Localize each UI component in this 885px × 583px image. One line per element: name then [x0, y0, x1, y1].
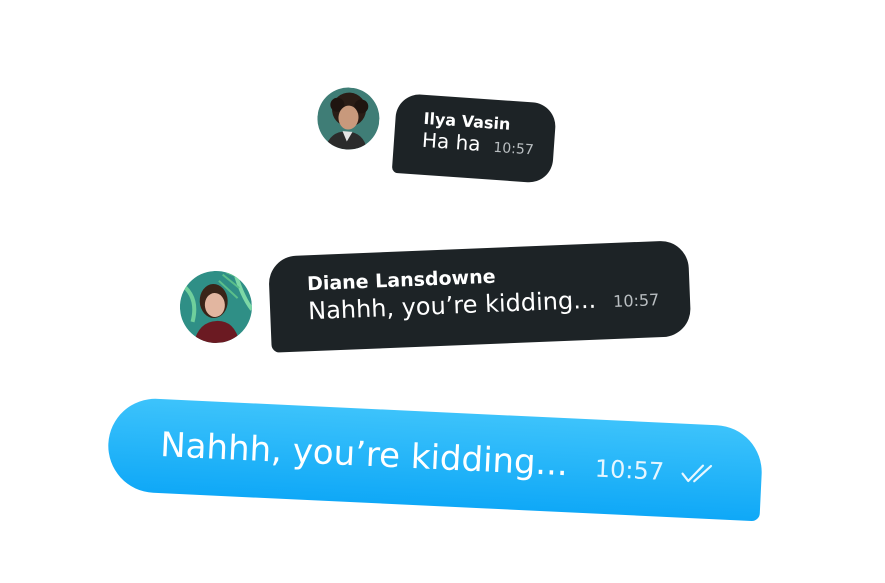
user-avatar-icon: [315, 85, 382, 152]
avatar[interactable]: [315, 85, 382, 152]
avatar[interactable]: [178, 269, 254, 345]
outgoing-message-bubble[interactable]: Nahhh, you’re kidding... 10:57: [106, 396, 764, 522]
user-avatar-icon: [178, 269, 254, 345]
incoming-message-diane[interactable]: Diane Lansdowne Nahhh, you’re kidding...…: [172, 233, 706, 374]
message-bubble[interactable]: Diane Lansdowne Nahhh, you’re kidding...…: [267, 239, 692, 353]
message-time: 10:57: [594, 454, 665, 486]
double-check-icon: [680, 462, 721, 490]
message-time: 10:57: [492, 139, 535, 159]
incoming-message-ilya[interactable]: Ilya Vasin Ha ha 10:57: [307, 83, 573, 201]
message-text: Ha ha: [421, 127, 482, 156]
message-text: Nahhh, you’re kidding...: [159, 425, 569, 485]
message-time: 10:57: [612, 290, 660, 312]
message-bubble[interactable]: Ilya Vasin Ha ha 10:57: [391, 92, 557, 184]
